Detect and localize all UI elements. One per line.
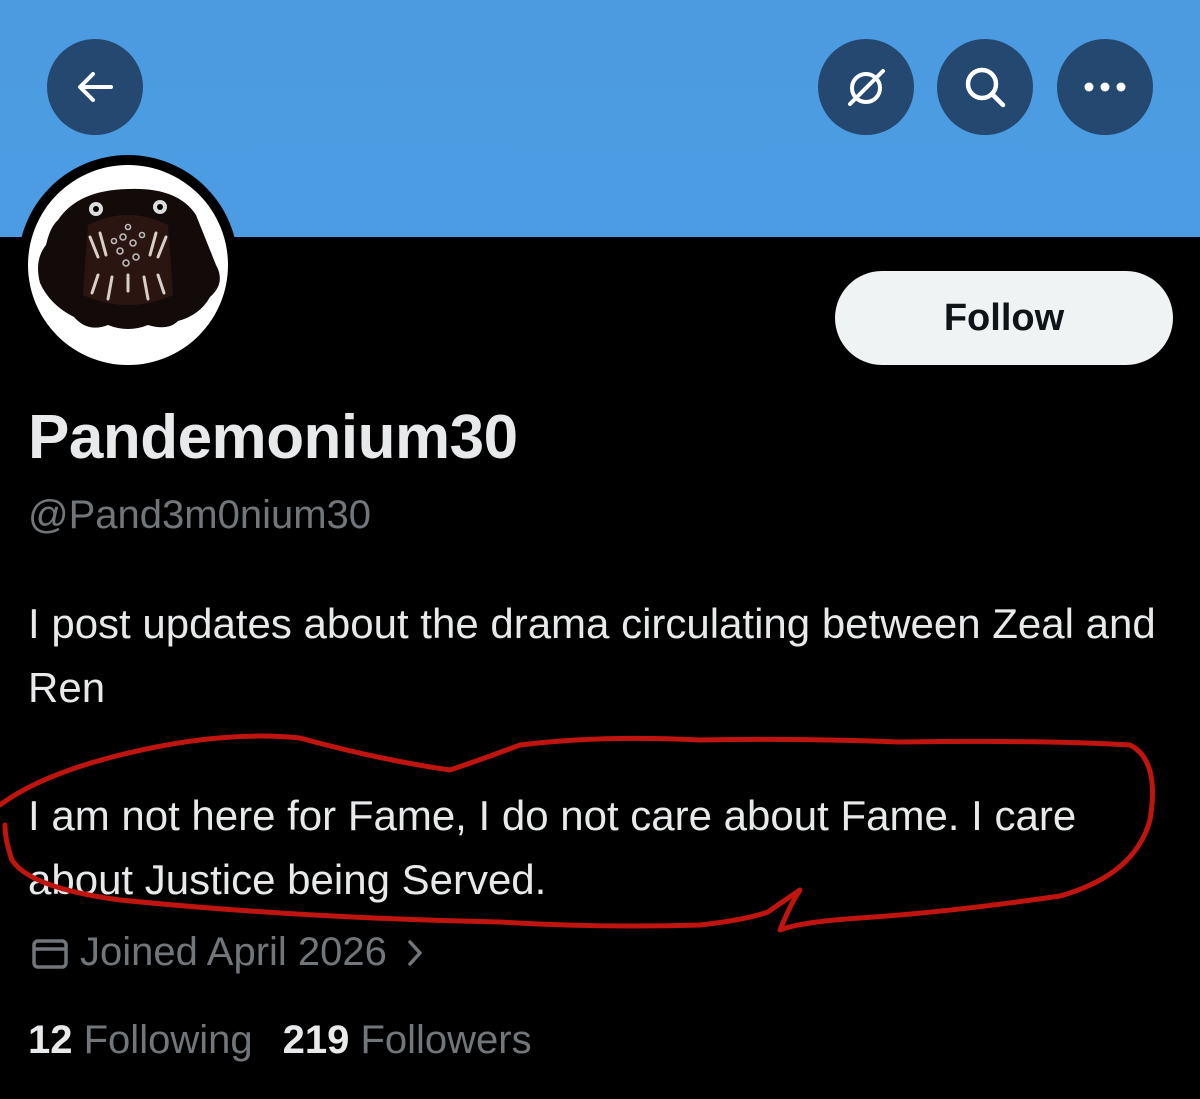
calendar-icon (32, 938, 68, 969)
bio-paragraph-2: I am not here for Fame, I do not care ab… (28, 792, 1077, 903)
following-label: Following (83, 1018, 253, 1062)
followers-stat[interactable]: 219 Followers (283, 1018, 532, 1063)
bio: I post updates about the drama circulati… (28, 592, 1178, 912)
back-button[interactable] (47, 39, 143, 135)
chevron-right-icon (408, 939, 422, 966)
follow-button[interactable]: Follow (835, 271, 1173, 365)
monster-avatar-icon (38, 188, 220, 329)
following-count: 12 (28, 1018, 73, 1062)
arrow-left-icon (78, 72, 113, 102)
bio-paragraph-1: I post updates about the drama circulati… (28, 600, 1156, 711)
more-dots-icon (1084, 82, 1126, 92)
followers-count: 219 (282, 1018, 350, 1062)
search-button[interactable] (937, 39, 1033, 135)
handle: @Pand3m0nium30 (28, 493, 372, 537)
joined-date[interactable]: Joined April 2026 (30, 930, 425, 975)
avatar[interactable] (28, 165, 228, 365)
grok-slash-circle-icon (848, 69, 885, 106)
follow-stats: 12 Following 219 Followers (28, 1018, 562, 1063)
more-options-button[interactable] (1057, 39, 1153, 135)
following-stat[interactable]: 12 Following (28, 1018, 253, 1063)
grok-button[interactable] (818, 39, 914, 135)
followers-label: Followers (360, 1018, 532, 1062)
joined-label: Joined April 2026 (80, 930, 387, 974)
search-icon (965, 67, 1006, 108)
display-name: Pandemonium30 (28, 403, 518, 472)
